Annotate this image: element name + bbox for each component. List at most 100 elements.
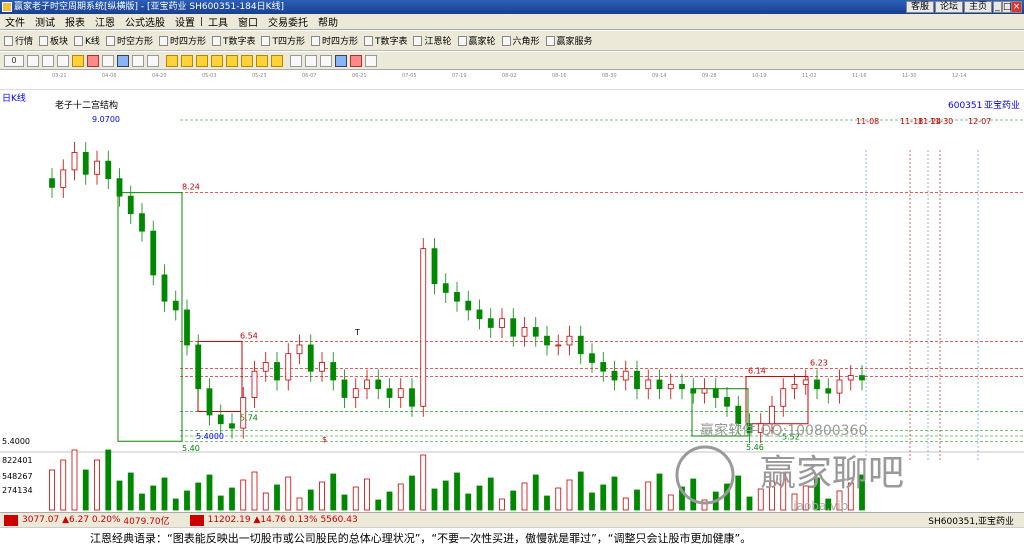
candle-body [465,300,472,311]
date-tick: 09-14 [652,73,667,79]
diamond-icon[interactable] [196,54,208,67]
toolbar-button-7[interactable]: 时四方形 [310,34,358,47]
candle-body [802,379,809,385]
toolbar-label: 时空方形 [116,37,153,47]
toolbar-button-5[interactable]: T数字表 [211,34,255,47]
menu-item-8[interactable]: 交易委托 [263,14,313,29]
volume-axis-label: 548267 [2,472,33,481]
close-button[interactable]: × [1011,1,1022,13]
gann-box [117,192,183,442]
gann-box [745,375,809,425]
toolbar-button-9[interactable]: 江恩轮 [413,34,452,47]
candle-body [319,362,325,372]
window-title: 赢家老子时空周期系统[纵横版] - [亚宝药业 SH600351-184日K线] [14,2,285,12]
grid-icon[interactable] [27,54,39,67]
candle-body [476,309,483,320]
candle-body [487,318,494,328]
minimize-button[interactable]: _ [993,1,1002,13]
cross-icon[interactable] [117,54,129,67]
tools-icon[interactable] [320,54,332,67]
arrow-left-icon[interactable] [132,54,144,67]
toolbar-button-3[interactable]: 时空方形 [105,34,153,47]
diamond-icon[interactable] [211,54,223,67]
volume-bar [499,498,505,511]
candle-body [701,388,708,394]
doc-icon[interactable] [72,54,84,67]
volume-bar [195,482,202,511]
chart-icon[interactable] [350,54,362,67]
volume-bar [510,490,517,511]
volume-bar [184,490,190,511]
menu-item-7[interactable]: 窗口 [233,14,263,29]
candle-body [364,379,370,390]
toolbar-button-4[interactable]: 时四方形 [158,34,206,47]
lock-icon[interactable] [57,54,69,67]
candle-body [195,344,202,390]
toolbar-button-2[interactable]: K线 [74,34,100,47]
candle-body [161,274,168,302]
volume-bar [589,492,595,511]
camera-icon[interactable] [42,54,54,67]
menu-item-1[interactable]: 测试 [30,14,60,29]
date-tick: 05-23 [252,73,267,79]
menu-item-2[interactable]: 报表 [60,14,90,29]
menu-item-3[interactable]: 江恩 [90,14,120,29]
tool-icon [4,35,13,46]
home-button[interactable]: 主页 [964,1,992,13]
cross2-icon[interactable] [305,54,317,67]
kline-chart[interactable]: 日K线 老子十二宫结构 600351 亚宝药业 11-08 11-18 11-24 11-30… [0,90,1024,513]
toolbar-button-10[interactable]: 赢家轮 [457,34,496,47]
diamond-icon[interactable] [166,54,178,67]
menu-item-6[interactable]: 工具 [203,14,233,29]
volume-bar [600,484,607,511]
index1-value: 3077.07 [22,515,60,525]
candle-body [780,388,787,407]
candle-body [341,379,348,398]
volume-bar [206,474,213,511]
zoom-out-icon[interactable] [102,54,114,67]
volume-bar [487,477,494,511]
cursor-icon[interactable] [290,54,302,67]
zoom-in-icon[interactable] [87,54,99,67]
menu-item-9[interactable]: 帮助 [313,14,343,29]
toolbar-button-12[interactable]: 赢家服务 [545,34,593,47]
menu-item-0[interactable]: 文件 [0,14,30,29]
toolbar-button-6[interactable]: T四方形 [261,34,305,47]
table-icon[interactable] [335,54,347,67]
diamond-icon[interactable] [181,54,193,67]
toolbar-label: 行情 [15,37,34,47]
volume-bar [127,472,134,511]
date-tick: 04-06 [102,73,117,79]
candle-body [172,300,179,311]
forum-button[interactable]: 论坛 [935,1,963,13]
volume-bar [352,486,359,511]
arrow-right-icon[interactable] [147,54,159,67]
maximize-button[interactable]: □ [1002,1,1012,13]
volume-bar [375,499,382,511]
diamond-icon[interactable] [271,54,283,67]
volume-bar [319,481,325,511]
candle-body [836,379,843,394]
service-button[interactable]: 客服 [906,1,934,13]
toolbar-button-0[interactable]: 行情 [4,34,33,47]
toolbar-label: 时四方形 [169,37,206,47]
diamond-icon[interactable] [256,54,268,67]
volume-bar [454,472,460,511]
refresh-icon[interactable] [365,54,377,67]
volume-bar [746,496,753,511]
toolbar-button-11[interactable]: 六角形 [501,34,540,47]
diamond-icon[interactable] [241,54,253,67]
menu-item-4[interactable]: 公式选股 [120,14,170,29]
candle-body [724,397,730,407]
date-tick: 08-02 [502,73,517,79]
toolbar-button-8[interactable]: T数字表 [363,34,407,47]
diamond-icon[interactable] [226,54,238,67]
gann-quote: 江恩经典语录：“图表能反映出一切股市或公司股民的总体心理状况”，“不要一次性买进… [0,527,1024,548]
date-tick: 06-21 [352,73,367,79]
candle-body [82,151,89,175]
candle-body [184,309,190,346]
menu-item-5[interactable]: 设置 [170,14,200,29]
count-field[interactable]: 0 [4,54,24,67]
stock-name-label: 亚宝药业 [984,99,1020,111]
toolbar-button-1[interactable]: 板块 [39,34,68,47]
